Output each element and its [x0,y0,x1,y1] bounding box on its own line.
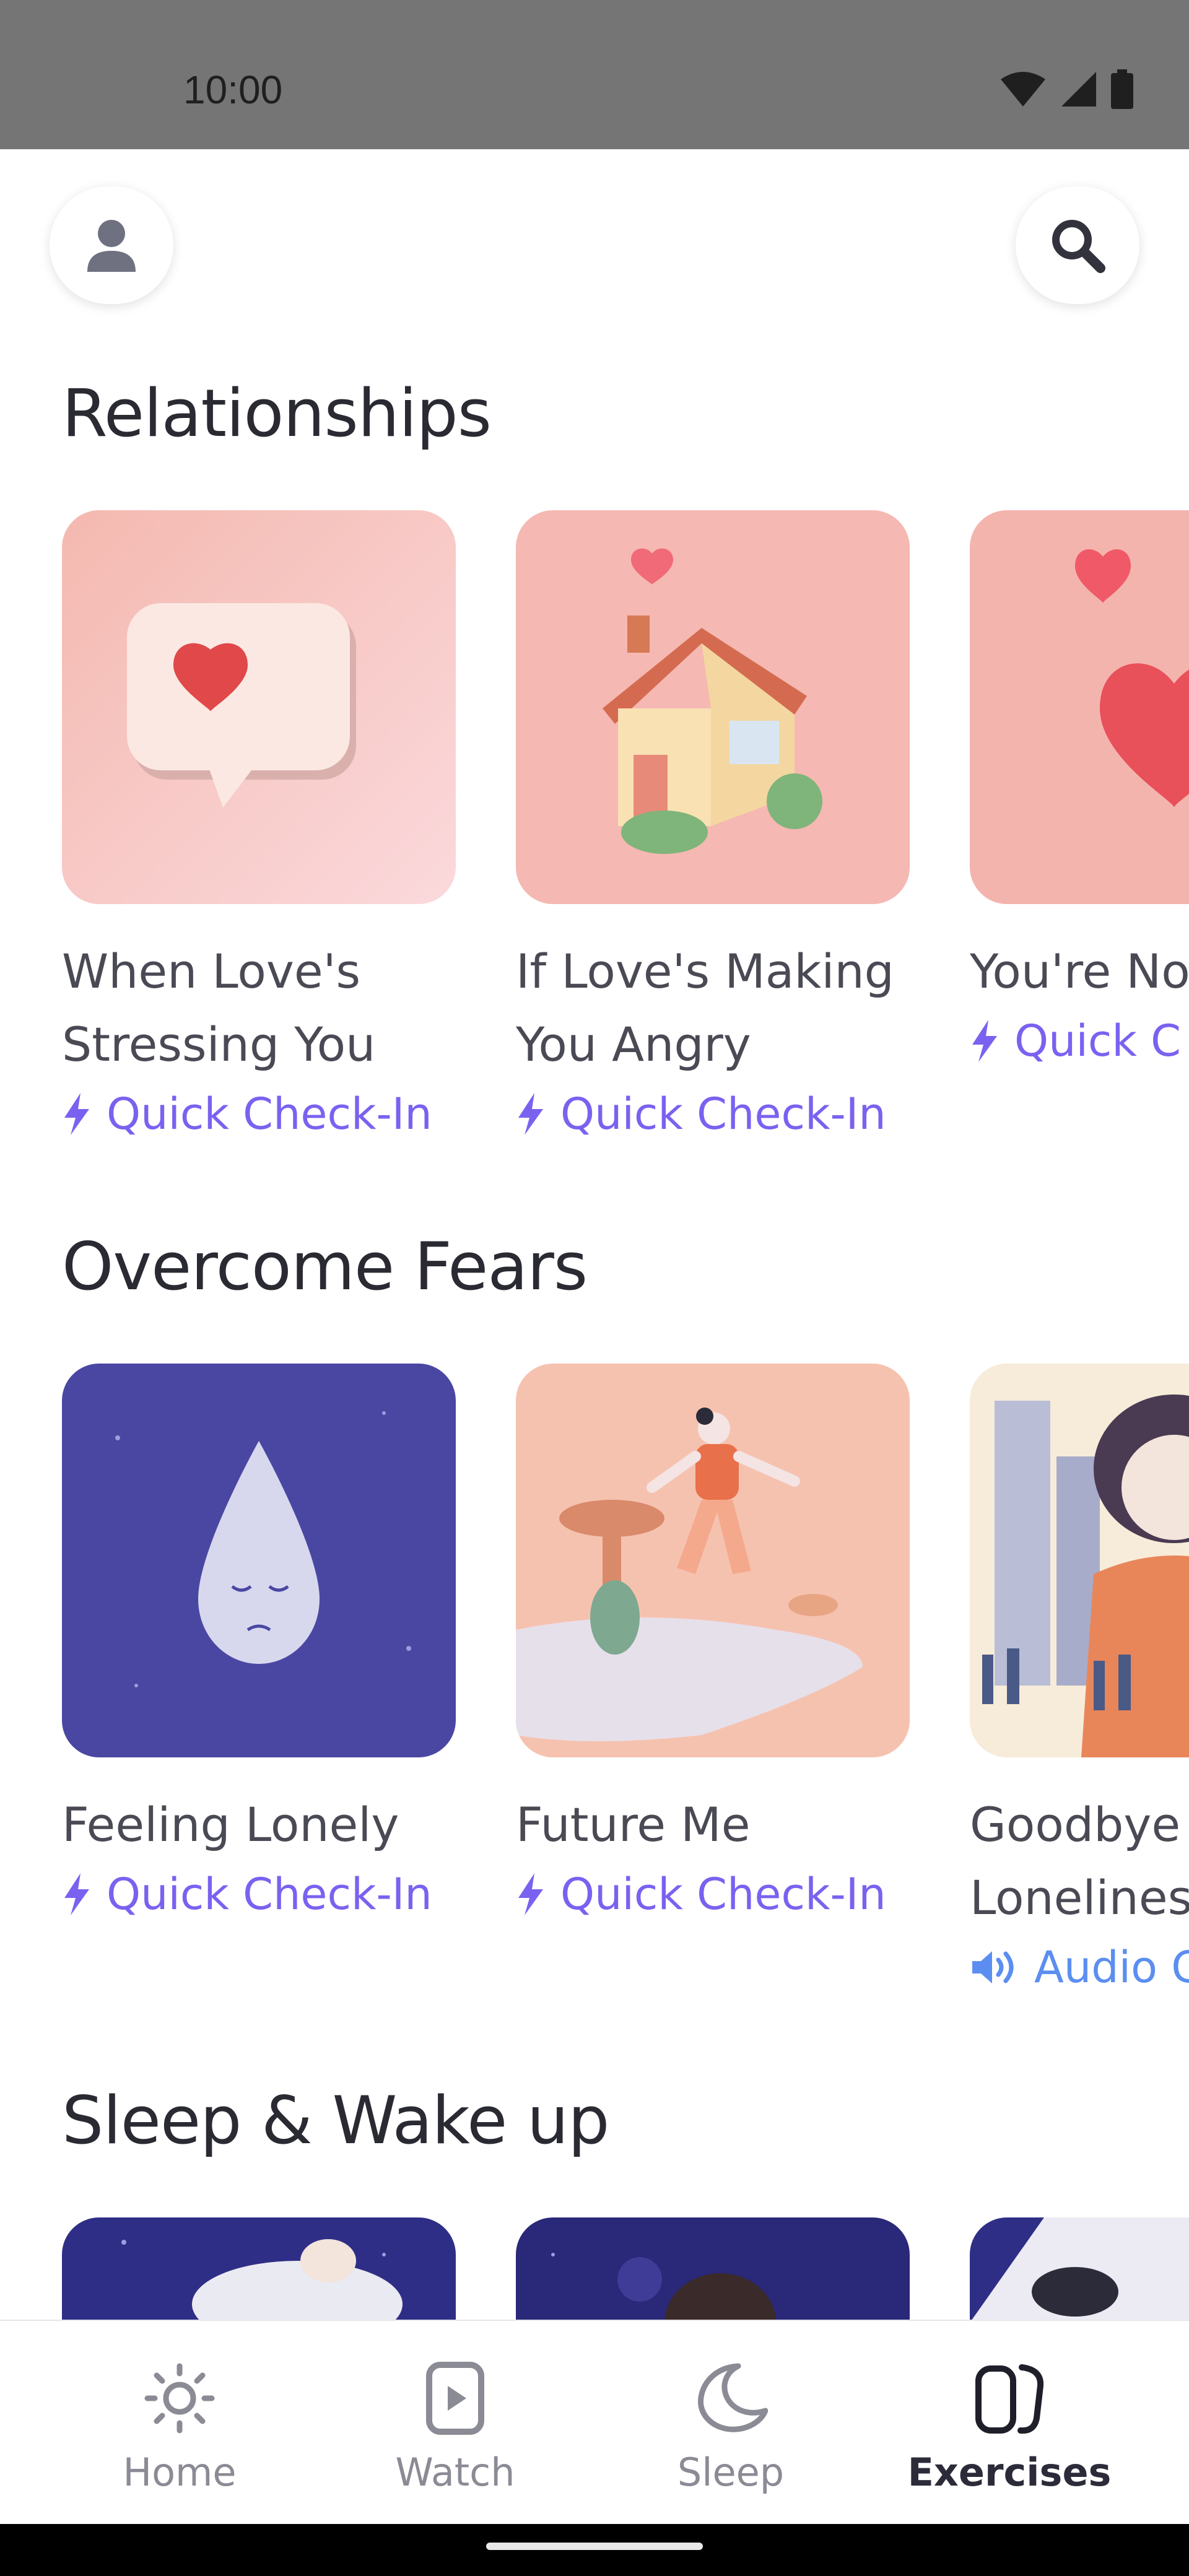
nav-home[interactable]: Home [31,2321,328,2525]
card-title: If Love's Making You Angry [516,944,894,1072]
overcome-fears-row: Feeling Lonely Quick Check-In Future Me … [0,1364,1189,2045]
home-gesture-handle[interactable] [486,2543,703,2550]
speech-heart-illustration [62,510,456,904]
card-thumbnail [62,1364,456,1757]
section-title-relationships: Relationships [62,375,492,451]
status-time: 10:00 [183,67,283,112]
card-thumbnail [516,510,910,904]
card-type-label: Quick Check-In [560,1089,886,1139]
card-title: Goodbye Lonelines [970,1797,1189,1925]
card-thumbnail [516,1364,910,1757]
card-future-me[interactable]: Future Me Quick Check-In [516,1364,910,1920]
card-feeling-lonely[interactable]: Feeling Lonely Quick Check-In [62,1364,456,1920]
nav-watch[interactable]: Watch [307,2321,604,2525]
hand-person-illustration [516,1364,910,1757]
card-title: Feeling Lonely [62,1797,399,1852]
signal-icon [1061,72,1096,107]
card-thumbnail [970,2217,1189,2320]
card-type: Quick Check-In [516,1869,910,1920]
search-button[interactable] [1016,186,1139,304]
person-icon [87,220,136,272]
relationships-row: When Love's Stressing You Quick Check-In [0,510,1189,1191]
card-thumbnail [516,2217,910,2320]
card-title: Future Me [516,1797,751,1852]
card-sleep-2[interactable] [516,2217,910,2320]
status-icons [1000,69,1133,109]
play-icon [426,2362,484,2435]
bottom-navigation: Home Watch Sleep Exercises [0,2320,1189,2525]
card-goodbye-loneliness[interactable]: Goodbye Lonelines Audio G [970,1364,1189,1993]
card-type: Quick C [970,1016,1189,1066]
nav-label: Watch [395,2450,515,2495]
card-title: When Love's Stressing You [62,944,376,1072]
battery-icon [1111,69,1133,109]
house-illustration [516,510,910,904]
lightning-icon [64,1873,89,1915]
nav-label: Sleep [677,2450,785,2495]
card-type: Quick Check-In [62,1869,456,1920]
card-thumbnail [62,510,456,904]
card-type-label: Quick Check-In [107,1089,432,1139]
nav-sleep[interactable]: Sleep [582,2321,879,2525]
app-content: Relationships When Love's Stressing You … [0,149,1189,2320]
card-type-label: Quick Check-In [107,1869,432,1920]
card-youre-no[interactable]: You're No Quick C [970,510,1189,1066]
nav-exercises[interactable]: Exercises [861,2321,1158,2525]
section-title-sleep-wake: Sleep & Wake up [62,2082,609,2159]
card-title: You're No [970,944,1189,999]
lightning-icon [518,1873,543,1915]
sun-icon [144,2363,215,2434]
card-type: Quick Check-In [516,1089,910,1139]
card-sleep-1[interactable] [62,2217,456,2320]
card-if-loves-making-angry[interactable]: If Love's Making You Angry Quick Check-I… [516,510,910,1139]
card-type-label: Audio G [1034,1942,1189,1993]
lightning-icon [518,1093,543,1135]
card-thumbnail [970,510,1189,904]
profile-button[interactable] [50,186,173,304]
moon-icon [698,2363,768,2432]
hearts-illustration [970,510,1189,904]
nav-label: Exercises [907,2450,1112,2495]
sleep-illustration-1 [121,2239,403,2320]
card-when-loves-stressing[interactable]: When Love's Stressing You Quick Check-In [62,510,456,1139]
card-thumbnail [970,1364,1189,1757]
woman-city-illustration [970,1364,1189,1757]
section-title-overcome-fears: Overcome Fears [62,1229,588,1305]
sleep-wake-row [0,2217,1189,2320]
card-thumbnail [62,2217,456,2320]
teardrop-illustration [62,1364,456,1757]
card-type: Audio G [970,1942,1189,1993]
card-type-label: Quick C [1014,1016,1182,1066]
card-type-label: Quick Check-In [560,1869,886,1920]
sleep-illustration-3 [972,2217,1189,2320]
wifi-icon [1001,72,1045,107]
status-bar: 10:00 [0,0,1189,149]
sleep-illustration-2 [551,2253,776,2320]
search-icon [1052,220,1105,273]
lightning-icon [972,1020,997,1062]
exercises-icon [975,2364,1044,2434]
card-sleep-3[interactable] [970,2217,1189,2320]
nav-label: Home [123,2450,237,2495]
system-gesture-bar [0,2524,1189,2576]
speaker-icon [972,1951,1014,1983]
lightning-icon [64,1093,89,1135]
card-type: Quick Check-In [62,1089,456,1139]
